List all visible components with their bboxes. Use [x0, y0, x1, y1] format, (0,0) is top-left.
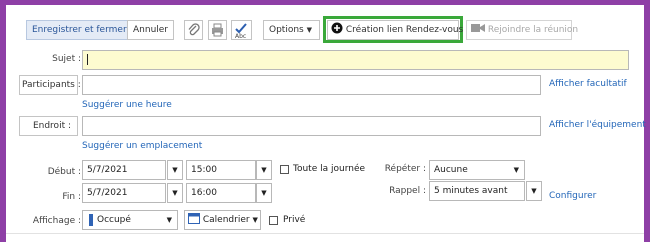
repeat-label: Répéter : [384, 164, 426, 174]
save-close-button[interactable]: Enregistrer et fermer [26, 20, 133, 40]
end-time-input[interactable]: 16:00 [186, 183, 256, 203]
suggest-location-link[interactable]: Suggérer un emplacement [82, 141, 202, 151]
caret-down-icon: ▼ [513, 166, 519, 174]
svg-text:Abc: Abc [235, 33, 246, 39]
subject-label: Sujet : [52, 54, 81, 64]
start-time-input[interactable]: 15:00 [186, 160, 256, 180]
caret-down-icon: ▼ [172, 189, 178, 197]
configure-link[interactable]: Configurer [549, 191, 596, 201]
text-caret [87, 54, 88, 65]
plus-circle-icon [331, 22, 343, 34]
caret-down-icon: ▼ [252, 216, 258, 224]
video-camera-icon [471, 24, 485, 32]
start-label: Début : [47, 167, 81, 177]
busy-status-value: Occupé [97, 215, 131, 225]
printer-icon [212, 23, 223, 37]
busy-status-dropdown[interactable]: Occupé ▼ [82, 210, 178, 230]
private-checkbox[interactable] [269, 216, 278, 225]
calendar-icon [188, 213, 200, 224]
paperclip-icon [188, 23, 200, 36]
create-meeting-link-button[interactable]: Création lien Rendez-vous [327, 20, 463, 40]
divider [6, 233, 644, 234]
all-day-label: Toute la journée [293, 164, 366, 174]
calendar-value: Calendrier [202, 215, 250, 225]
join-meeting-label: Rejoindre la réunion [487, 25, 579, 35]
start-time-dropdown[interactable]: ▼ [256, 160, 272, 180]
reminder-label: Rappel : [389, 186, 426, 196]
repeat-dropdown[interactable]: Aucune ▼ [429, 160, 525, 180]
caret-down-icon: ▼ [166, 216, 172, 224]
spellcheck-icon: Abc [235, 23, 247, 40]
attach-button[interactable] [184, 20, 203, 40]
options-label: Options [269, 25, 304, 35]
start-date-dropdown[interactable]: ▼ [167, 160, 183, 180]
calendar-dropdown[interactable]: Calendrier ▼ [184, 210, 261, 230]
show-optional-link[interactable]: Afficher facultatif [549, 79, 627, 89]
spellcheck-button[interactable]: Abc [231, 20, 252, 40]
join-meeting-button[interactable]: Rejoindre la réunion [466, 20, 578, 40]
cancel-button[interactable]: Annuler [127, 20, 175, 40]
caret-down-icon: ▼ [261, 166, 267, 174]
display-label: Affichage : [32, 216, 81, 226]
all-day-checkbox[interactable] [280, 165, 289, 174]
participants-input[interactable] [82, 75, 541, 95]
end-date-input[interactable]: 5/7/2021 [82, 183, 166, 203]
caret-down-icon: ▼ [172, 166, 178, 174]
busy-color-swatch [89, 213, 93, 226]
options-dropdown[interactable]: Options ▼ [263, 20, 320, 40]
end-date-dropdown[interactable]: ▼ [167, 183, 183, 203]
reminder-input[interactable]: 5 minutes avant [429, 181, 525, 201]
suggest-time-link[interactable]: Suggérer une heure [82, 100, 172, 110]
subject-input[interactable] [82, 50, 629, 70]
location-input[interactable] [82, 116, 541, 136]
create-link-label: Création lien Rendez-vous [345, 25, 464, 35]
end-label: Fin : [62, 192, 81, 202]
print-button[interactable] [208, 20, 227, 40]
show-equipment-link[interactable]: Afficher l'équipement [549, 120, 646, 130]
end-time-dropdown[interactable]: ▼ [256, 183, 272, 203]
location-button[interactable]: Endroit : [19, 116, 78, 136]
private-label: Privé [283, 215, 306, 225]
repeat-value: Aucune [434, 165, 468, 175]
caret-down-icon: ▼ [531, 187, 537, 195]
caret-down-icon: ▼ [261, 189, 267, 197]
reminder-dropdown[interactable]: ▼ [526, 181, 542, 201]
start-date-input[interactable]: 5/7/2021 [82, 160, 166, 180]
participants-button[interactable]: Participants : [19, 75, 81, 95]
caret-down-icon: ▼ [306, 26, 312, 34]
